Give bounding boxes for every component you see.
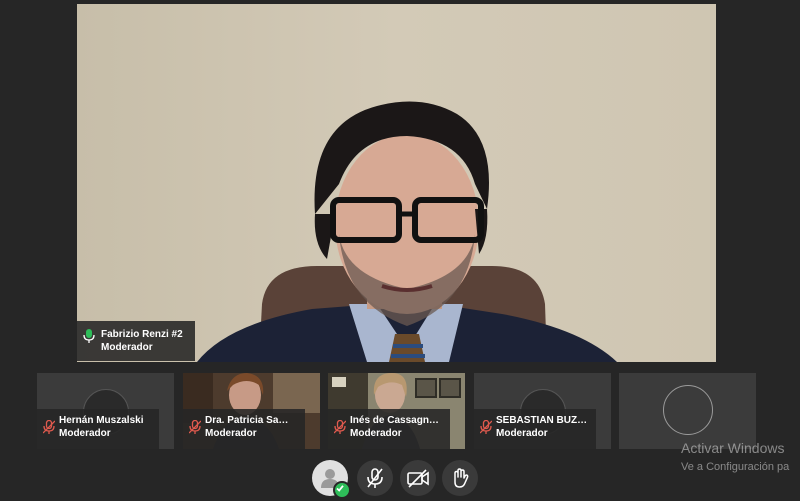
participant-name: Inés de Cassagne #2 <box>350 415 442 426</box>
participant-role: Moderador <box>496 428 548 439</box>
participant-name-tag: Dra. Patricia Samb... Moderador <box>183 409 305 449</box>
participant-role: Moderador <box>59 428 111 439</box>
participant-name-tag: SEBASTIAN BUZETA... Moderador <box>474 409 596 449</box>
participant-role: Moderador <box>205 428 257 439</box>
watermark-title: Activar Windows <box>681 440 785 456</box>
participant-name: Hernán Muszalski <box>59 415 144 426</box>
main-video-feed[interactable]: Fabrizio Renzi #2 Moderador <box>77 4 716 362</box>
participant-role: Moderador <box>350 428 402 439</box>
mic-muted-icon <box>43 420 55 434</box>
participant-tile[interactable]: Inés de Cassagne #2 Moderador <box>328 373 465 449</box>
participant-name-tag: Hernán Muszalski Moderador <box>37 409 159 449</box>
user-status-button[interactable] <box>312 460 351 499</box>
participant-tile[interactable]: SEBASTIAN BUZETA... Moderador <box>474 373 611 449</box>
participant-tile[interactable]: Dra. Patricia Samb... Moderador <box>183 373 320 449</box>
watermark-subtitle: Ve a Configuración pa <box>681 461 790 473</box>
participant-name: Dra. Patricia Samb... <box>205 415 297 426</box>
hand-icon <box>454 468 469 488</box>
mic-muted-icon <box>189 420 201 434</box>
main-speaker-name: Fabrizio Renzi #2 <box>101 329 183 340</box>
speaker-video-image <box>77 4 716 362</box>
windows-activation-watermark: Activar Windows Ve a Configuración pa <box>681 440 789 474</box>
mic-muted-icon <box>480 420 492 434</box>
main-speaker-role: Moderador <box>101 342 153 353</box>
camera-toggle-button[interactable] <box>400 460 436 496</box>
participant-tile[interactable]: Hernán Muszalski Moderador <box>37 373 174 449</box>
participant-tile[interactable] <box>619 373 756 449</box>
mic-muted-icon <box>334 420 346 434</box>
mic-toggle-button[interactable] <box>357 460 393 496</box>
raise-hand-button[interactable] <box>442 460 478 496</box>
mic-on-icon <box>83 329 95 343</box>
participant-name-tag: Inés de Cassagne #2 Moderador <box>328 409 450 449</box>
avatar <box>663 385 713 435</box>
main-speaker-name-tag: Fabrizio Renzi #2 Moderador <box>77 321 195 361</box>
participant-name: SEBASTIAN BUZETA... <box>496 415 588 426</box>
camera-off-icon <box>407 469 429 488</box>
status-check-icon <box>333 481 351 499</box>
mic-off-icon <box>367 468 383 488</box>
